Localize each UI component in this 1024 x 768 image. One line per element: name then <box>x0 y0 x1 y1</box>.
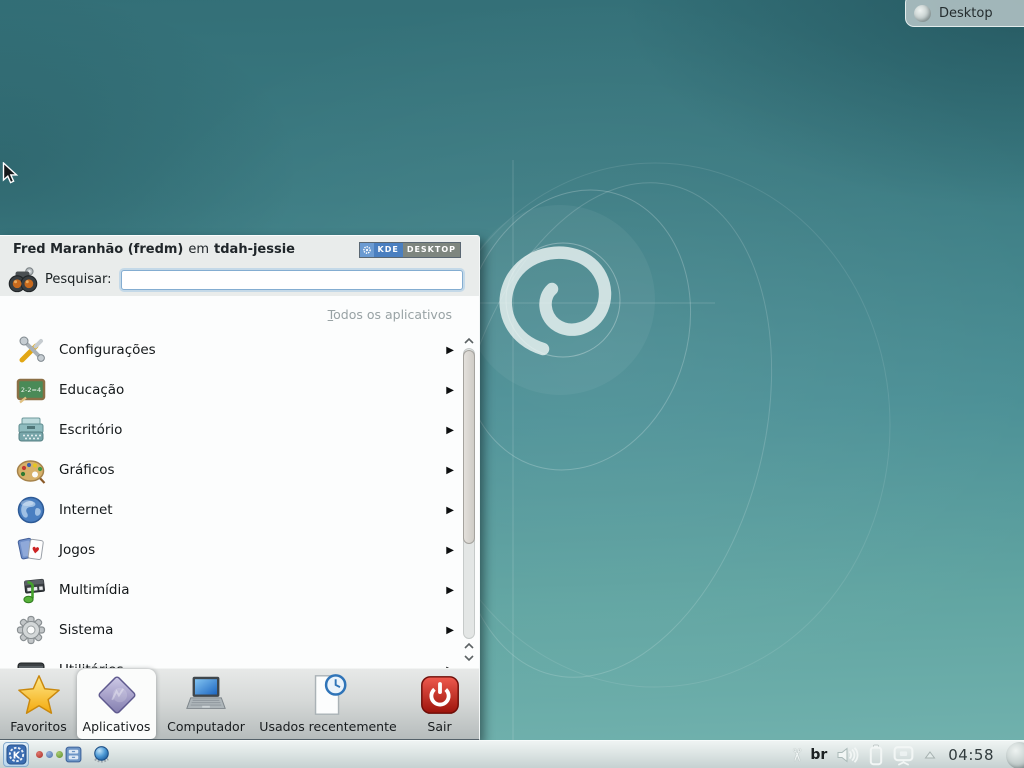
red-dot-icon <box>36 751 43 758</box>
globe-gear-icon[interactable] <box>92 745 111 764</box>
activity-dots-icon[interactable] <box>36 751 63 758</box>
scrollbar-thumb[interactable] <box>463 350 475 544</box>
category-educacao[interactable]: 2-2=4 Educação ▶ <box>0 370 479 410</box>
svg-text:♥: ♥ <box>31 546 40 557</box>
kickoff-tab-bar: Favoritos Aplicativos Computador Usados … <box>0 668 479 739</box>
all-applications-link[interactable]: Todos os aplicativos <box>328 307 452 322</box>
taskbar: K ✂ <box>0 740 1024 768</box>
submenu-arrow-icon: ▶ <box>446 465 454 476</box>
kde-k-icon: K <box>6 744 27 765</box>
tab-label: Aplicativos <box>83 719 151 734</box>
category-label: Internet <box>59 502 113 518</box>
all-apps-row: Todos os aplicativos <box>0 296 479 330</box>
category-label: Escritório <box>59 422 122 438</box>
system-tray: ✂ br <box>789 741 994 768</box>
scroll-up-icon[interactable] <box>461 641 477 651</box>
mouse-cursor <box>2 162 20 186</box>
file-cabinet-icon[interactable] <box>64 745 83 764</box>
kickoff-launcher-button[interactable]: K <box>3 742 29 767</box>
submenu-arrow-icon: ▶ <box>446 545 454 556</box>
submenu-arrow-icon: ▶ <box>446 585 454 596</box>
category-label: Multimídia <box>59 582 130 598</box>
search-input[interactable] <box>121 270 463 290</box>
cashew-icon <box>914 5 931 22</box>
tab-sair[interactable]: Sair <box>400 669 479 739</box>
device-notifier-icon[interactable] <box>891 745 916 766</box>
tab-label: Sair <box>427 719 451 734</box>
category-jogos[interactable]: ♥ Jogos ▶ <box>0 530 479 570</box>
category-escritorio[interactable]: Escritório ▶ <box>0 410 479 450</box>
submenu-arrow-icon: ▶ <box>446 425 454 436</box>
typewriter-icon <box>15 414 47 446</box>
category-multimidia[interactable]: Multimídia ▶ <box>0 570 479 610</box>
desktop-toolbox[interactable]: Desktop <box>905 0 1024 27</box>
category-label: Configurações <box>59 342 156 358</box>
category-configuracoes[interactable]: Configurações ▶ <box>0 330 479 370</box>
submenu-arrow-icon: ▶ <box>446 505 454 516</box>
binoculars-search-icon <box>7 265 39 295</box>
tab-label: Usados recentemente <box>259 719 396 734</box>
recent-doc-icon <box>305 672 351 718</box>
star-icon <box>16 672 62 718</box>
panel-cashew-icon[interactable] <box>1006 742 1024 768</box>
category-internet[interactable]: Internet ▶ <box>0 490 479 530</box>
search-label: Pesquisar: <box>45 272 112 287</box>
kde-diamond-icon <box>94 672 140 718</box>
tools-icon <box>15 334 47 366</box>
multimedia-icon <box>15 574 47 606</box>
clipboard-scissors-icon[interactable]: ✂ <box>786 748 806 762</box>
globe-icon <box>15 494 47 526</box>
scrollbar[interactable] <box>461 336 477 663</box>
category-graficos[interactable]: Gráficos ▶ <box>0 450 479 490</box>
host-name: tdah-jessie <box>214 242 295 257</box>
submenu-arrow-icon: ▶ <box>446 385 454 396</box>
kickoff-menu: Fred Maranhão (fredm) em tdah-jessie KDE… <box>0 235 480 741</box>
blue-dot-icon <box>46 751 53 758</box>
volume-icon[interactable] <box>835 746 861 764</box>
category-label: Sistema <box>59 622 113 638</box>
kickoff-header: Fred Maranhão (fredm) em tdah-jessie KDE… <box>0 236 479 263</box>
category-label: Educação <box>59 382 124 398</box>
tab-usados-recentemente[interactable]: Usados recentemente <box>256 669 400 739</box>
green-dot-icon <box>56 751 63 758</box>
category-list: Todos os aplicativos Configurações ▶ 2-2=… <box>0 296 479 669</box>
gear-icon <box>15 614 47 646</box>
chalkboard-icon: 2-2=4 <box>15 374 47 406</box>
tray-expander-icon[interactable] <box>924 750 936 760</box>
palette-icon <box>15 454 47 486</box>
laptop-icon <box>183 672 229 718</box>
user-name: Fred Maranhão (fredm) <box>13 242 183 257</box>
desktop-toolbox-label: Desktop <box>939 5 993 22</box>
svg-text:2-2=4: 2-2=4 <box>21 386 41 394</box>
badge-kde-label: KDE <box>374 243 403 257</box>
scroll-down-icon[interactable] <box>461 653 477 663</box>
kde-gear-icon <box>360 243 374 257</box>
submenu-arrow-icon: ▶ <box>446 625 454 636</box>
tab-aplicativos[interactable]: Aplicativos <box>77 669 156 739</box>
scroll-up-icon[interactable] <box>461 336 477 346</box>
svg-text:K: K <box>12 750 20 761</box>
header-conjunction: em <box>188 242 209 257</box>
keyboard-layout-indicator[interactable]: br <box>810 747 827 763</box>
badge-desktop-label: DESKTOP <box>403 243 460 257</box>
tab-label: Computador <box>167 719 245 734</box>
tab-computador[interactable]: Computador <box>156 669 256 739</box>
desktop: Desktop Fred Maranhão (fredm) em tdah-je… <box>0 0 1024 768</box>
search-row: Pesquisar: <box>0 263 479 296</box>
kde-desktop-badge: KDE DESKTOP <box>359 242 462 258</box>
tab-label: Favoritos <box>10 719 66 734</box>
category-utilitarios[interactable]: Utilitários▶ <box>0 650 479 669</box>
category-label: Jogos <box>59 542 95 558</box>
toolbox-icon <box>15 654 47 669</box>
battery-icon[interactable] <box>869 744 883 766</box>
power-icon <box>417 672 463 718</box>
clock[interactable]: 04:58 <box>948 746 994 764</box>
category-label: Gráficos <box>59 462 115 478</box>
category-rows: Configurações ▶ 2-2=4 Educação ▶ Escritóri… <box>0 330 479 669</box>
cards-icon: ♥ <box>15 534 47 566</box>
category-sistema[interactable]: Sistema ▶ <box>0 610 479 650</box>
tab-favoritos[interactable]: Favoritos <box>0 669 77 739</box>
submenu-arrow-icon: ▶ <box>446 345 454 356</box>
